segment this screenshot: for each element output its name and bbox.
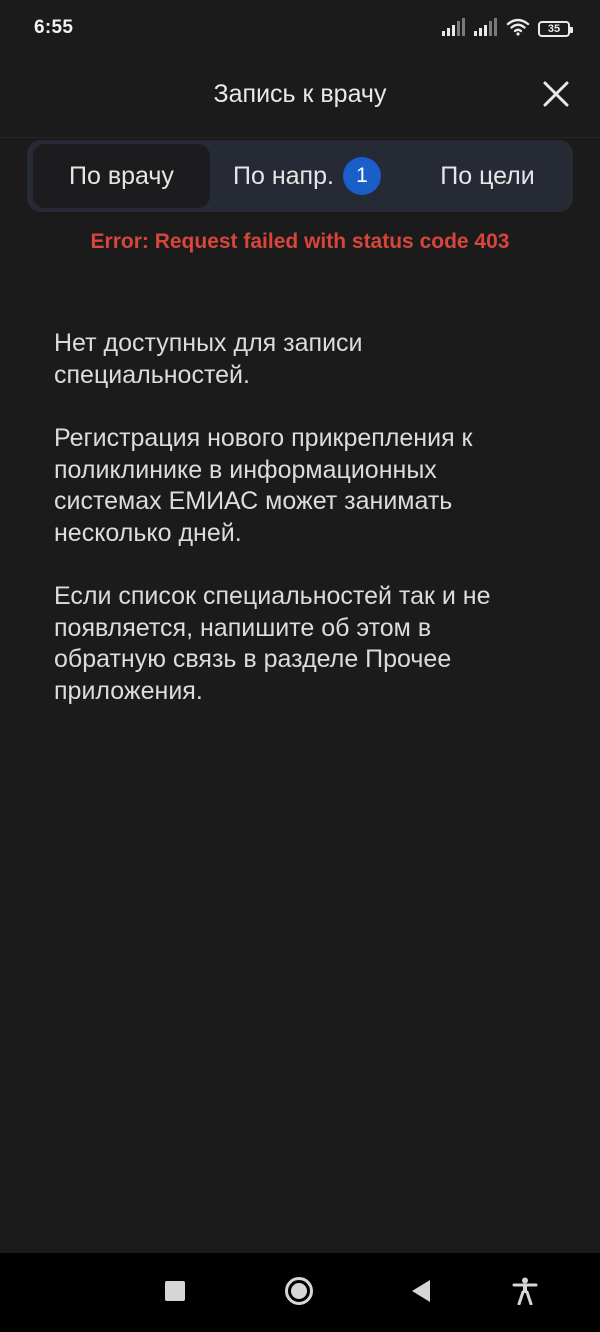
tab-label: По цели <box>440 161 535 190</box>
info-paragraph: Если список специальностей так и не появ… <box>54 582 491 705</box>
home-button[interactable] <box>281 1275 317 1311</box>
info-text: Нет доступных для записи специальностей.… <box>54 328 524 739</box>
info-paragraph: Регистрация нового прикрепления к поликл… <box>54 424 473 547</box>
recents-button[interactable] <box>157 1275 193 1311</box>
header: Запись к врачу <box>0 58 600 138</box>
wifi-icon <box>506 18 530 41</box>
info-paragraph: Нет доступных для записи специальностей. <box>54 329 363 389</box>
tab-by-goal[interactable]: По цели <box>405 144 570 208</box>
battery-level: 35 <box>547 22 561 35</box>
tab-bar: По врачу По напр. 1 По цели <box>27 140 573 212</box>
count-badge: 1 <box>342 157 381 195</box>
page-title: Запись к врачу <box>213 80 387 108</box>
navigation-bar <box>0 1253 600 1332</box>
accessibility-button[interactable] <box>507 1275 543 1311</box>
recents-icon <box>164 1280 186 1307</box>
tab-by-referral[interactable]: По напр. 1 <box>213 144 401 208</box>
accessibility-icon <box>512 1277 538 1310</box>
signal-icon <box>442 17 466 41</box>
error-message: Error: Request failed with status code 4… <box>90 230 510 253</box>
close-button[interactable] <box>534 74 578 118</box>
tab-by-doctor[interactable]: По врачу <box>33 144 210 208</box>
tab-label: По врачу <box>69 161 174 190</box>
home-icon <box>284 1276 314 1311</box>
back-icon <box>410 1279 432 1308</box>
status-time: 6:55 <box>34 17 74 38</box>
back-button[interactable] <box>403 1275 439 1311</box>
tab-label: По напр. <box>233 161 334 190</box>
signal-icon <box>474 17 498 41</box>
status-bar: 6:55 35 <box>0 0 600 58</box>
status-icons: 35 <box>442 17 573 41</box>
close-icon <box>542 80 570 113</box>
battery-icon: 35 <box>538 21 573 37</box>
